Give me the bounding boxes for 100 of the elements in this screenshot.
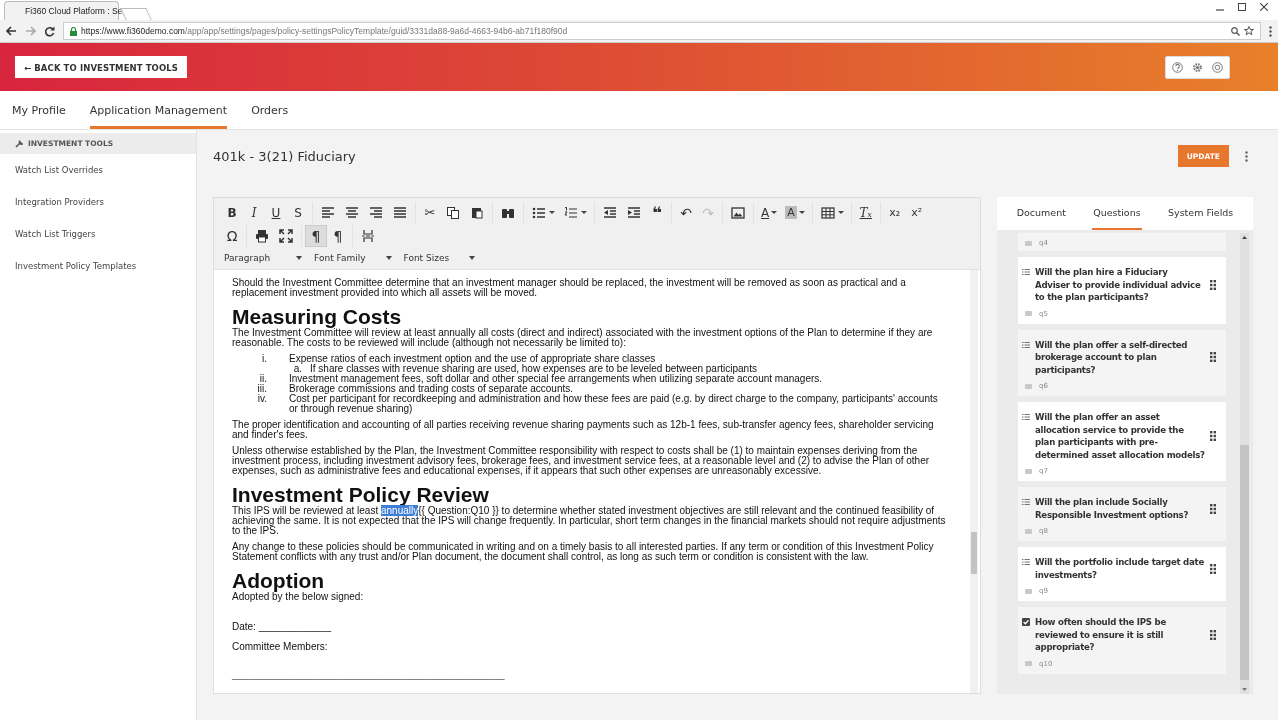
menu-icon[interactable]	[1269, 25, 1272, 37]
section-heading: Measuring Costs	[232, 306, 403, 328]
wrench-icon	[15, 139, 23, 148]
blockquote-button[interactable]: ❝	[646, 201, 668, 224]
close-icon[interactable]	[1260, 3, 1268, 11]
form-line: Date: _____________	[232, 622, 332, 632]
table-icon	[819, 204, 836, 221]
copy-icon	[445, 204, 461, 221]
list-marker: ii.	[258, 374, 268, 384]
section-heading: Adoption	[232, 570, 326, 592]
section-heading: Investment Policy Review	[232, 484, 490, 506]
right-to-left-button[interactable]: ¶	[327, 224, 349, 247]
format-dropdown[interactable]: Font Sizes	[397, 248, 482, 268]
caret-icon	[296, 256, 303, 260]
undo-button[interactable]: ↶	[675, 201, 697, 224]
comment-icon	[1025, 528, 1032, 534]
checkbox[interactable]	[1022, 618, 1030, 626]
list-item: Cost per participant for recordkeeping and administration and how these fees are paid (e.g. by direct charge to the company, participants' accounts or through revenue sharing)	[289, 394, 939, 414]
sidebar-item[interactable]: Watch List Triggers	[0, 218, 196, 250]
left-to-right-button[interactable]: ¶	[305, 224, 327, 247]
comment-icon	[1025, 383, 1032, 389]
align-left-icon	[320, 204, 336, 221]
back-button[interactable]: ← BACK TO INVESTMENT TOOLS	[15, 56, 187, 78]
nav-tab[interactable]: Orders	[251, 91, 289, 129]
star-icon[interactable]	[1244, 26, 1254, 36]
subscript-button[interactable]: x₂	[883, 201, 906, 224]
scroll-down-icon[interactable]	[1242, 688, 1247, 691]
drag-handle-icon[interactable]	[1210, 629, 1216, 640]
drag-handle-icon[interactable]	[1210, 563, 1216, 574]
italic-button[interactable]: I	[243, 201, 265, 224]
drag-handle-icon[interactable]	[1210, 431, 1216, 441]
underline-button[interactable]: U	[265, 201, 287, 224]
paragraph: Adopted by the below signed:	[232, 592, 365, 602]
drag-handle-icon[interactable]	[1210, 503, 1216, 514]
special-character-button[interactable]: Ω	[221, 224, 243, 247]
list-item: Investment management fees, soft dollar and other special fee arrangements when utilizing separate account managers.	[289, 374, 823, 384]
superscript-button[interactable]: x²	[905, 201, 928, 224]
sidebar-item[interactable]: Integration Providers	[0, 186, 196, 218]
scroll-up-icon[interactable]	[1242, 236, 1247, 239]
paragraph: Unless otherwise established by the Plan, the Investment Committee responsibility with respect to costs shall be (1) to maintain expenses deriving from the investment process, including investment advisory fees, brokerage fees, and investment service fees, at a reasonable level and (2) to advise the Plan of other expenses, such as administrative fees and educational expenses, if it appears that such other expenses are unreasonably excessive.	[232, 446, 931, 476]
page-break-icon	[360, 227, 376, 244]
paragraph: The proper identification and accounting of all parties receiving revenue sharing payments such as 12b-1 fees, sub-transfer agency fees, shareholder servicing and finder's fees.	[232, 420, 935, 440]
question-text: Will the portfolio include target date investments?	[1035, 556, 1205, 581]
cut-button[interactable]: ✂	[419, 201, 441, 224]
sidebar-item[interactable]: Watch List Overrides	[0, 154, 196, 186]
scrollbar[interactable]	[970, 270, 978, 693]
more-icon[interactable]	[1245, 150, 1248, 162]
question-text: How often should the IPS be reviewed to ensure it is still appropriate?	[1035, 616, 1167, 654]
fullscreen-icon	[278, 227, 294, 244]
panel-tab[interactable]: Questions	[1092, 197, 1142, 230]
question-text: Will the plan offer an asset allocation service to provide the plan participants with pre-determined asset allocation models?	[1035, 411, 1205, 461]
zoom-icon[interactable]	[1231, 26, 1240, 36]
outdent-icon	[602, 204, 618, 221]
browser-tab-title[interactable]: Fi360 Cloud Platform : Se	[25, 6, 123, 16]
paragraph: Should the Investment Committee determine that an investment manager should be replaced, the investment will be removed as soon as practical and a replacement investment provided into which all assets will be moved.	[232, 278, 907, 298]
drag-handle-icon[interactable]	[1210, 352, 1216, 363]
printer-icon	[254, 227, 270, 244]
numbered-list-icon	[563, 204, 579, 221]
form-line: Committee Members:	[232, 642, 329, 652]
sidebar-item[interactable]: Investment Policy Templates	[0, 250, 196, 282]
highlight-button[interactable]: A	[781, 201, 809, 224]
clear-format-button[interactable]: Tₓ	[854, 201, 877, 224]
paragraph: This IPS will be reviewed at least annually{{ Question:Q10 }} to determine whether stated investment objectives are still relevant and the continued feasibility of achieving the same. It is not expected that the IPS will change frequently. In particular, short term changes in the financial markets should not require adjustments to the IPS.	[232, 506, 947, 536]
panel-tab[interactable]: Document	[1015, 197, 1067, 230]
help-icon[interactable]	[1172, 61, 1183, 73]
paragraph: The Investment Committee will review at least annually all costs (direct and indirect) associated with the investment options of the Plan to determine if they are reasonable. The costs to be reviewed will include (although not necessarily be limited to):	[232, 328, 934, 348]
strikethrough-button[interactable]: S	[287, 201, 309, 224]
nav-tab[interactable]: My Profile	[12, 91, 66, 129]
reload-icon[interactable]	[44, 25, 55, 37]
address-bar[interactable]: https://www.fi360demo.com/app/app/settings/pages/policy-settingsPolicyTemplate/guid/3331da88-9a6d-4663-94b6-ab71f180f90d	[63, 22, 1261, 40]
list-item: Expense ratios of each investment option and the use of appropriate share classes	[289, 354, 656, 364]
format-dropdown[interactable]: Font Family	[308, 248, 398, 268]
list-marker: iii.	[256, 384, 268, 394]
list-item: Brokerage commissions and trading costs of separate accounts.	[289, 384, 574, 394]
comment-icon	[1025, 468, 1032, 474]
lock-icon	[70, 26, 77, 36]
signature-line: _________________________________________________	[232, 670, 506, 680]
scrollbar[interactable]	[1240, 233, 1249, 694]
drag-handle-icon[interactable]	[1210, 279, 1216, 290]
url-text: https://www.fi360demo.com/app/app/settings/pages/policy-settingsPolicyTemplate/guid/3331da88-9a6d-4663-94b6-ab71f180f90d	[81, 26, 569, 36]
question-text: Will the plan offer a self-directed brokerage account to plan participants?	[1035, 338, 1189, 376]
maximize-icon[interactable]	[1238, 3, 1246, 11]
bold-button[interactable]: B	[221, 201, 243, 224]
back-icon[interactable]	[6, 26, 17, 36]
align-right-icon	[368, 204, 384, 221]
panel-tab[interactable]: System Fields	[1167, 197, 1235, 230]
comment-icon	[1025, 240, 1032, 246]
justify-icon	[392, 204, 408, 221]
caret-icon	[469, 256, 476, 260]
question-text: Will the plan include Socially Responsible Investment options?	[1035, 496, 1190, 521]
comment-icon	[1025, 588, 1032, 594]
list-item: If share classes with revenue sharing are used, how expenses are to be leveled between participants	[310, 364, 757, 374]
indent-icon	[626, 204, 642, 221]
comment-icon	[1025, 661, 1032, 666]
format-dropdown[interactable]: Paragraph	[218, 248, 309, 268]
page-title: 401k - 3(21) Fiduciary	[213, 148, 357, 164]
list-marker: iv.	[256, 394, 268, 406]
list-marker: a.	[293, 364, 302, 374]
text-color-button[interactable]: A	[757, 201, 782, 224]
paragraph: Any change to these policies should be communicated in writing and on a timely basis to all interested parties. If any term or condition of this Investment Policy Statement conflicts with any trust and/or Plan document, the document shall control, as long as such term or condition is consistent with the law.	[232, 542, 935, 562]
